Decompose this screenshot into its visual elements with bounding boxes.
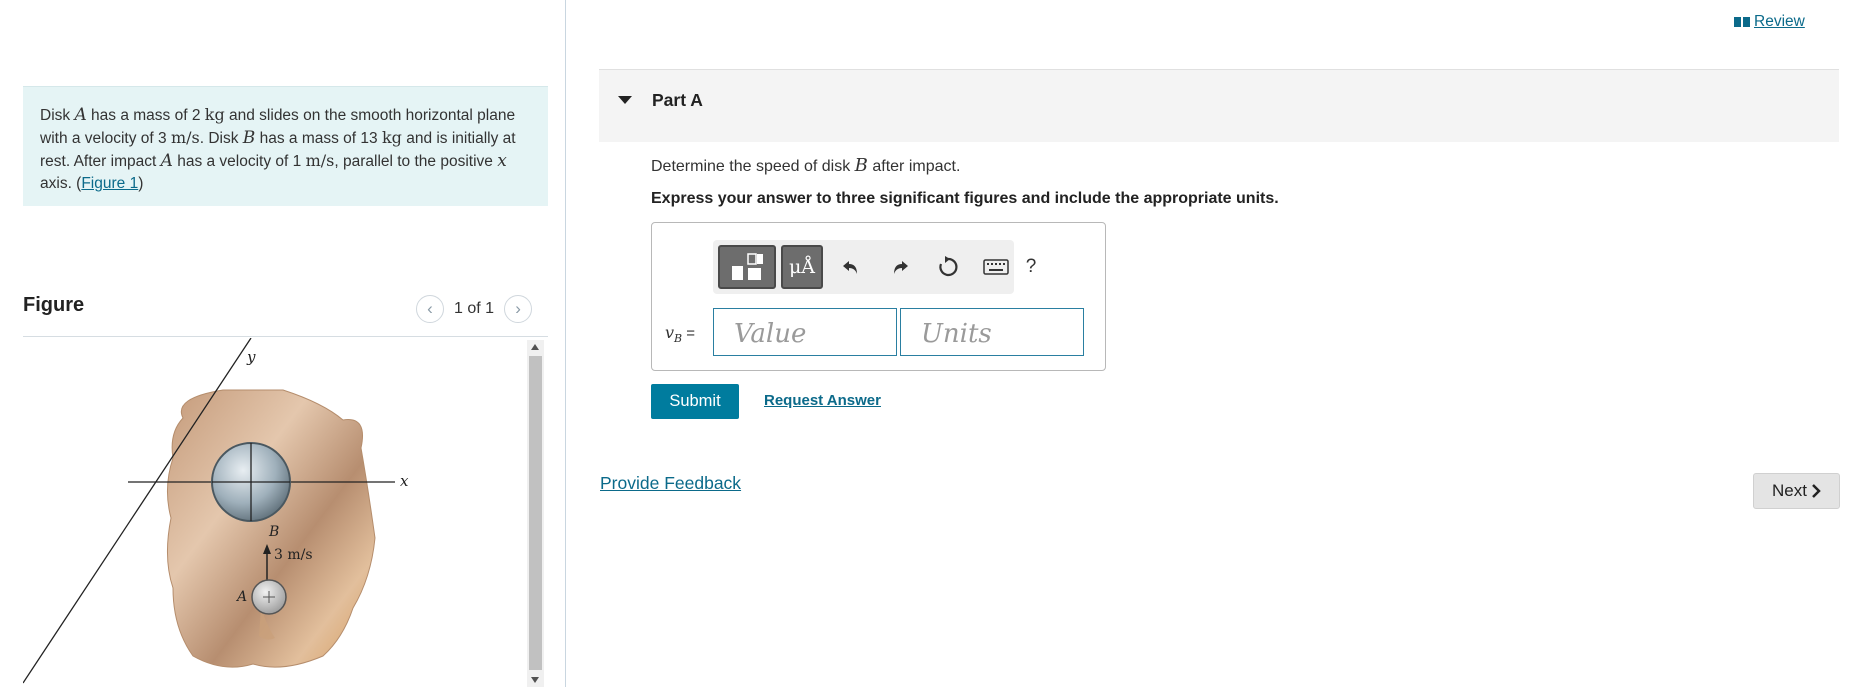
units-input[interactable] bbox=[900, 308, 1084, 356]
problem-unit: m/s bbox=[305, 151, 335, 170]
answer-eq: = bbox=[682, 325, 696, 342]
value-input[interactable] bbox=[713, 308, 897, 356]
next-label: Next bbox=[1772, 481, 1807, 500]
problem-text: , parallel to the positive bbox=[334, 153, 498, 170]
help-button[interactable]: ? bbox=[1018, 245, 1044, 289]
problem-text: Disk bbox=[40, 107, 75, 124]
x-axis-label: x bbox=[400, 472, 409, 490]
answer-sub: B bbox=[674, 332, 683, 345]
next-button[interactable]: Next bbox=[1753, 473, 1840, 509]
problem-text: . Disk bbox=[199, 130, 243, 147]
chevron-right-icon: › bbox=[515, 299, 521, 318]
disk-a-label: A bbox=[235, 589, 247, 605]
problem-math: B bbox=[242, 128, 256, 148]
request-answer-link[interactable]: Request Answer bbox=[764, 392, 881, 409]
undo-button[interactable] bbox=[836, 245, 866, 289]
left-pane: Disk A has a mass of 2 kg and slides on … bbox=[0, 0, 565, 687]
undo-icon bbox=[843, 261, 857, 274]
question-post: after impact. bbox=[867, 158, 961, 175]
chevron-right-icon bbox=[1812, 484, 1821, 498]
disk-b-label: B bbox=[268, 524, 279, 540]
part-a-header[interactable]: Part A bbox=[599, 69, 1839, 142]
y-axis-label: y bbox=[246, 348, 256, 366]
instruction-text: Express your answer to three significant… bbox=[651, 190, 1279, 207]
figure-pager: ‹ 1 of 1 › bbox=[416, 295, 533, 323]
figure-divider bbox=[23, 336, 548, 337]
problem-unit: kg bbox=[381, 128, 402, 147]
disk-diagram: y x B 3 m/s A bbox=[22, 337, 409, 684]
answer-label: vB = bbox=[665, 323, 695, 345]
question-text: Determine the speed of disk B after impa… bbox=[651, 155, 960, 176]
problem-text: axis. ( bbox=[40, 175, 82, 192]
answer-box: μÅ ? vB = bbox=[651, 222, 1106, 371]
review-label: Review bbox=[1754, 13, 1805, 30]
math-toolbar: μÅ ? bbox=[713, 240, 1036, 294]
problem-statement: Disk A has a mass of 2 kg and slides on … bbox=[23, 86, 548, 206]
problem-text: has a mass of 13 bbox=[255, 130, 382, 147]
problem-math: x bbox=[497, 151, 507, 171]
figure-link[interactable]: Figure 1 bbox=[81, 175, 138, 192]
reset-button[interactable] bbox=[933, 245, 963, 289]
figure-title: Figure bbox=[23, 294, 85, 316]
submit-button[interactable]: Submit bbox=[651, 384, 739, 419]
figure-scrollbar[interactable] bbox=[527, 340, 544, 687]
redo-icon bbox=[894, 261, 908, 274]
answer-var: v bbox=[665, 323, 675, 342]
problem-math: A bbox=[74, 105, 87, 125]
figure-next-button[interactable]: › bbox=[504, 295, 533, 323]
scroll-up-icon[interactable] bbox=[531, 344, 539, 350]
review-link[interactable]: Review bbox=[1734, 13, 1805, 31]
problem-text: has a velocity of 1 bbox=[172, 153, 306, 170]
pane-divider bbox=[565, 0, 566, 687]
figure-image: y x B 3 m/s A bbox=[22, 337, 523, 687]
keyboard-button[interactable] bbox=[980, 245, 1012, 289]
problem-text: ) bbox=[138, 175, 144, 192]
scroll-thumb[interactable] bbox=[529, 356, 542, 670]
provide-feedback-link[interactable]: Provide Feedback bbox=[600, 473, 741, 494]
problem-math: A bbox=[160, 151, 173, 171]
templates-button[interactable] bbox=[718, 245, 776, 289]
redo-button[interactable] bbox=[885, 245, 915, 289]
question-var: B bbox=[854, 155, 868, 176]
velocity-label: 3 m/s bbox=[274, 547, 313, 563]
templates-icon bbox=[732, 253, 763, 280]
figure-prev-button[interactable]: ‹ bbox=[416, 295, 444, 323]
figure-page-count: 1 of 1 bbox=[454, 300, 495, 317]
part-title: Part A bbox=[652, 90, 703, 110]
reset-icon bbox=[939, 256, 958, 277]
problem-unit: m/s bbox=[170, 128, 200, 147]
units-button[interactable]: μÅ bbox=[781, 245, 823, 289]
chevron-left-icon: ‹ bbox=[427, 299, 433, 318]
problem-unit: kg bbox=[204, 105, 225, 124]
scroll-down-icon[interactable] bbox=[531, 677, 539, 683]
question-pre: Determine the speed of disk bbox=[651, 158, 855, 175]
caret-down-icon[interactable] bbox=[618, 96, 632, 104]
keyboard-icon bbox=[983, 259, 1009, 275]
book-icon bbox=[1734, 17, 1750, 27]
problem-text: has a mass of 2 bbox=[86, 107, 205, 124]
